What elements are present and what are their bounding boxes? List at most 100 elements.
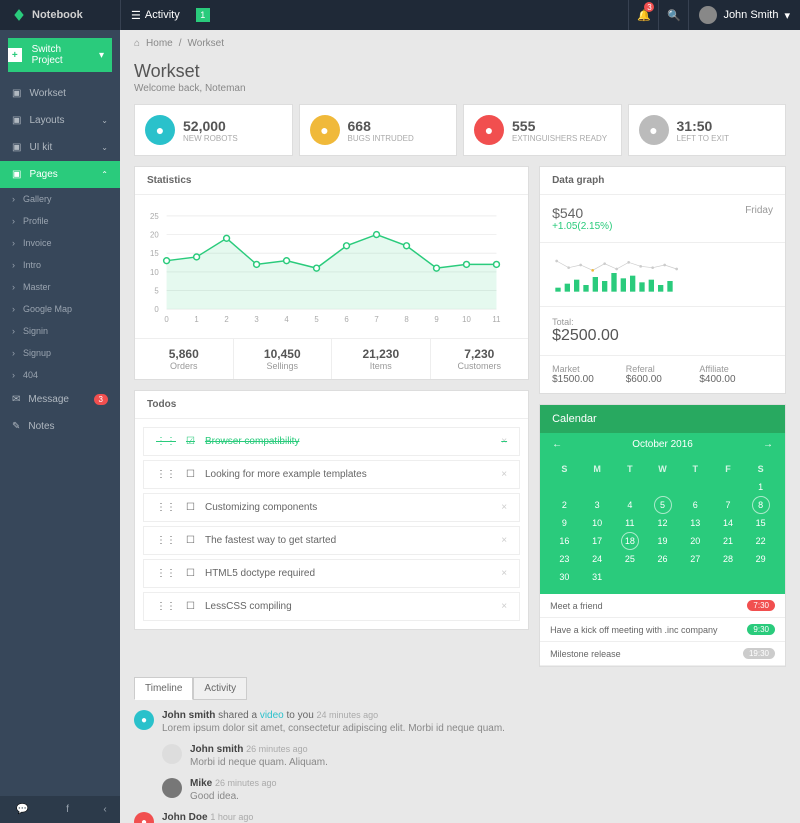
search-button[interactable]: 🔍: [658, 0, 688, 30]
todo-item[interactable]: ⋮⋮☐LessCSS compiling×: [143, 592, 520, 621]
close-icon[interactable]: ×: [501, 502, 507, 513]
mail-icon: ✉: [12, 394, 20, 405]
drag-icon[interactable]: ⋮⋮: [156, 502, 176, 513]
todo-item[interactable]: ⋮⋮☐HTML5 doctype required×: [143, 559, 520, 588]
calendar-prev[interactable]: ←: [552, 439, 562, 450]
sidebar-sub-intro[interactable]: Intro: [0, 254, 120, 276]
footer-chat-button[interactable]: 💬: [0, 796, 45, 823]
sidebar-sub-signin[interactable]: Signin: [0, 320, 120, 342]
sidebar-item-layouts[interactable]: ▣Layouts⌄: [0, 107, 120, 134]
sidebar-sub-invoice[interactable]: Invoice: [0, 232, 120, 254]
close-icon[interactable]: ×: [501, 469, 507, 480]
switch-project-button[interactable]: + Switch Project ▾: [8, 38, 112, 72]
calendar-day[interactable]: 12: [646, 514, 679, 532]
calendar-next[interactable]: →: [763, 439, 773, 450]
calendar-day: [581, 478, 614, 496]
calendar-day[interactable]: 18: [613, 532, 646, 550]
calendar-day[interactable]: 3: [581, 496, 614, 514]
calendar-day[interactable]: 13: [679, 514, 712, 532]
calendar-day[interactable]: 31: [581, 568, 614, 586]
tab-activity[interactable]: Activity: [193, 677, 247, 700]
sidebar-item-message[interactable]: ✉ Message 3: [0, 386, 120, 413]
calendar-day[interactable]: 6: [679, 496, 712, 514]
message-badge: 3: [94, 394, 108, 405]
notifications-button[interactable]: 🔔 3: [628, 0, 658, 30]
sidebar-sub-master[interactable]: Master: [0, 276, 120, 298]
checkbox-icon[interactable]: ☑: [186, 436, 195, 447]
sidebar-sub-signup[interactable]: Signup: [0, 342, 120, 364]
calendar-day[interactable]: 22: [744, 532, 777, 550]
datagraph-total-value: $2500.00: [552, 327, 773, 345]
sidebar-item-pages[interactable]: ▣Pages⌃: [0, 161, 120, 188]
page-subtitle: Welcome back, Noteman: [134, 83, 246, 94]
calendar-day[interactable]: 15: [744, 514, 777, 532]
sidebar-sub-profile[interactable]: Profile: [0, 210, 120, 232]
calendar-day[interactable]: 8: [744, 496, 777, 514]
calendar-day[interactable]: 21: [712, 532, 745, 550]
sidebar-sub-404[interactable]: 404: [0, 364, 120, 386]
calendar-day[interactable]: 7: [712, 496, 745, 514]
calendar-day[interactable]: 25: [613, 550, 646, 568]
footer-fb-button[interactable]: f: [45, 796, 90, 823]
calendar-event[interactable]: Milestone release19:30: [540, 642, 785, 666]
sidebar-sub-gallery[interactable]: Gallery: [0, 188, 120, 210]
close-icon[interactable]: ×: [501, 601, 507, 612]
sidebar-sub-google-map[interactable]: Google Map: [0, 298, 120, 320]
calendar-day[interactable]: 30: [548, 568, 581, 586]
todo-item[interactable]: ⋮⋮☐The fastest way to get started×: [143, 526, 520, 555]
close-icon[interactable]: ×: [501, 436, 507, 447]
calendar-day[interactable]: 17: [581, 532, 614, 550]
tab-activity[interactable]: ☰ Activity: [120, 0, 190, 30]
checkbox-icon[interactable]: ☐: [186, 601, 195, 612]
calendar-day[interactable]: 4: [613, 496, 646, 514]
page-title: Workset: [134, 61, 786, 82]
todo-item[interactable]: ⋮⋮☐Looking for more example templates×: [143, 460, 520, 489]
calendar-day[interactable]: 1: [744, 478, 777, 496]
calendar-day[interactable]: 2: [548, 496, 581, 514]
page-header: Workset Welcome back, Noteman: [120, 57, 800, 104]
checkbox-icon[interactable]: ☐: [186, 535, 195, 546]
close-icon[interactable]: ×: [501, 535, 507, 546]
todo-item[interactable]: ⋮⋮☑Browser compatibility×: [143, 427, 520, 456]
calendar-day[interactable]: 16: [548, 532, 581, 550]
checkbox-icon[interactable]: ☐: [186, 469, 195, 480]
calendar-day[interactable]: 29: [744, 550, 777, 568]
logo-icon: [12, 8, 26, 22]
calendar-day[interactable]: 5: [646, 496, 679, 514]
calendar-day[interactable]: 11: [613, 514, 646, 532]
calendar-event[interactable]: Have a kick off meeting with .inc compan…: [540, 618, 785, 642]
drag-icon[interactable]: ⋮⋮: [156, 568, 176, 579]
brand-logo[interactable]: Notebook: [0, 8, 120, 22]
calendar-day[interactable]: 26: [646, 550, 679, 568]
drag-icon[interactable]: ⋮⋮: [156, 469, 176, 480]
checkbox-icon[interactable]: ☐: [186, 502, 195, 513]
calendar-day[interactable]: 24: [581, 550, 614, 568]
calendar-day[interactable]: 19: [646, 532, 679, 550]
svg-text:9: 9: [434, 315, 438, 324]
close-icon[interactable]: ×: [501, 568, 507, 579]
file-icon: ▣: [12, 169, 21, 180]
sidebar-item-notes[interactable]: ✎ Notes: [0, 413, 120, 440]
drag-icon[interactable]: ⋮⋮: [156, 601, 176, 612]
todos-panel: Todos ⋮⋮☑Browser compatibility×⋮⋮☐Lookin…: [134, 390, 529, 630]
tab-timeline[interactable]: Timeline: [134, 677, 193, 700]
sidebar-item-workset[interactable]: ▣Workset: [0, 80, 120, 107]
drag-icon[interactable]: ⋮⋮: [156, 535, 176, 546]
calendar-day[interactable]: 14: [712, 514, 745, 532]
svg-text:6: 6: [344, 315, 349, 324]
user-menu[interactable]: John Smith ▾: [688, 0, 800, 30]
calendar-day[interactable]: 10: [581, 514, 614, 532]
breadcrumb-home[interactable]: Home: [146, 38, 173, 49]
calendar-day[interactable]: 27: [679, 550, 712, 568]
sidebar-item-ui kit[interactable]: ▣UI kit⌄: [0, 134, 120, 161]
calendar-day[interactable]: 20: [679, 532, 712, 550]
calendar-day[interactable]: 23: [548, 550, 581, 568]
todo-item[interactable]: ⋮⋮☐Customizing components×: [143, 493, 520, 522]
drag-icon[interactable]: ⋮⋮: [156, 436, 176, 447]
footer-collapse-button[interactable]: ‹: [90, 796, 120, 823]
home-icon[interactable]: ⌂: [134, 38, 140, 49]
calendar-day[interactable]: 28: [712, 550, 745, 568]
calendar-event[interactable]: Meet a friend7:30: [540, 594, 785, 618]
calendar-day[interactable]: 9: [548, 514, 581, 532]
checkbox-icon[interactable]: ☐: [186, 568, 195, 579]
